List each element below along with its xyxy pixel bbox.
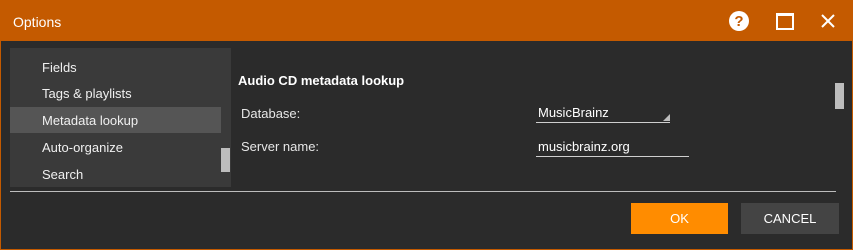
help-icon: ? — [729, 11, 749, 31]
sidebar-scrollbar-thumb[interactable] — [221, 148, 230, 172]
server-name-value: musicbrainz.org — [538, 139, 630, 154]
options-sidebar: Fields Tags & playlists Metadata lookup … — [10, 48, 231, 187]
sidebar-item-label: Search — [42, 167, 84, 182]
dropdown-arrow-icon — [663, 114, 670, 121]
sidebar-item-label: Fields — [42, 60, 77, 75]
sidebar-item-metadata-lookup[interactable]: Metadata lookup — [10, 107, 221, 133]
sidebar-item-label: Tags & playlists — [42, 86, 132, 101]
maximize-button[interactable] — [768, 7, 802, 35]
sidebar-item-label: Metadata lookup — [42, 113, 139, 128]
close-icon — [821, 14, 835, 28]
section-title: Audio CD metadata lookup — [238, 73, 405, 88]
cancel-button[interactable]: CANCEL — [741, 203, 839, 234]
server-name-label: Server name: — [241, 139, 320, 154]
ok-button[interactable]: OK — [631, 203, 728, 234]
maximize-icon — [776, 12, 794, 30]
sidebar-item-fields[interactable]: Fields — [10, 54, 221, 80]
footer-divider — [10, 191, 836, 192]
sidebar-item-search[interactable]: Search — [10, 161, 221, 187]
sidebar-item-auto-organize[interactable]: Auto-organize — [10, 134, 221, 160]
window-title: Options — [13, 14, 62, 30]
title-bar[interactable]: Options ? — [1, 1, 852, 41]
options-dialog: Options ? Fields Tags & playlists Metada… — [0, 0, 853, 250]
sidebar-item-tags-playlists[interactable]: Tags & playlists — [10, 80, 221, 106]
database-label: Database: — [241, 106, 301, 121]
help-button[interactable]: ? — [722, 7, 756, 35]
database-select-value: MusicBrainz — [538, 105, 609, 120]
settings-panel: Audio CD metadata lookup Database: Music… — [231, 48, 851, 187]
database-select[interactable]: MusicBrainz — [536, 102, 670, 123]
sidebar-item-label: Auto-organize — [42, 140, 123, 155]
content-scrollbar-thumb[interactable] — [835, 83, 844, 109]
server-name-input[interactable]: musicbrainz.org — [536, 135, 689, 157]
close-button[interactable] — [811, 7, 845, 35]
